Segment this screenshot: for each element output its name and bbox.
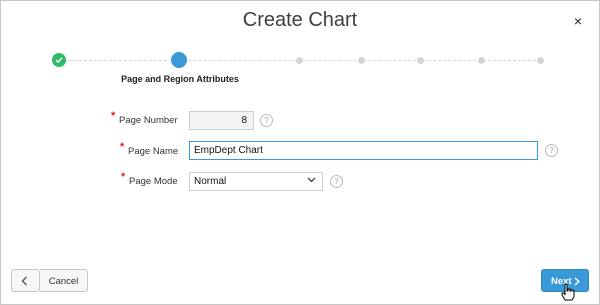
close-icon[interactable]: × [574, 13, 582, 29]
wizard-step-label: Page and Region Attributes [121, 74, 239, 84]
wizard-step-future [358, 57, 365, 64]
required-marker: * [111, 110, 116, 122]
required-marker: * [120, 141, 125, 153]
page-name-label: Page Name [128, 146, 179, 157]
cancel-button[interactable]: Cancel [40, 269, 88, 292]
wizard-progress: Page and Region Attributes [1, 50, 600, 90]
help-icon[interactable]: ? [330, 175, 343, 188]
page-number-input[interactable]: 8 [189, 111, 254, 130]
chevron-left-icon [21, 276, 27, 286]
wizard-step-complete [52, 53, 66, 67]
page-mode-value: Normal [194, 176, 227, 187]
wizard-step-future [296, 57, 303, 64]
wizard-step-current [171, 52, 187, 68]
create-chart-dialog: Create Chart × Page and Region Attribute… [0, 0, 600, 305]
help-icon[interactable]: ? [260, 114, 273, 127]
back-button[interactable] [11, 269, 40, 292]
wizard-step-future [537, 57, 544, 64]
hand-cursor-icon [561, 283, 575, 301]
chevron-down-icon [307, 177, 316, 183]
required-marker: * [121, 171, 126, 183]
check-icon [55, 57, 63, 64]
page-name-input[interactable]: EmpDept Chart [189, 141, 538, 160]
page-mode-select[interactable]: Normal [189, 172, 323, 191]
wizard-step-future [417, 57, 424, 64]
wizard-step-future [478, 57, 485, 64]
dialog-title: Create Chart [242, 9, 358, 31]
page-mode-label: Page Mode [129, 176, 178, 187]
page-number-label: Page Number [119, 115, 178, 126]
help-icon[interactable]: ? [545, 144, 558, 157]
